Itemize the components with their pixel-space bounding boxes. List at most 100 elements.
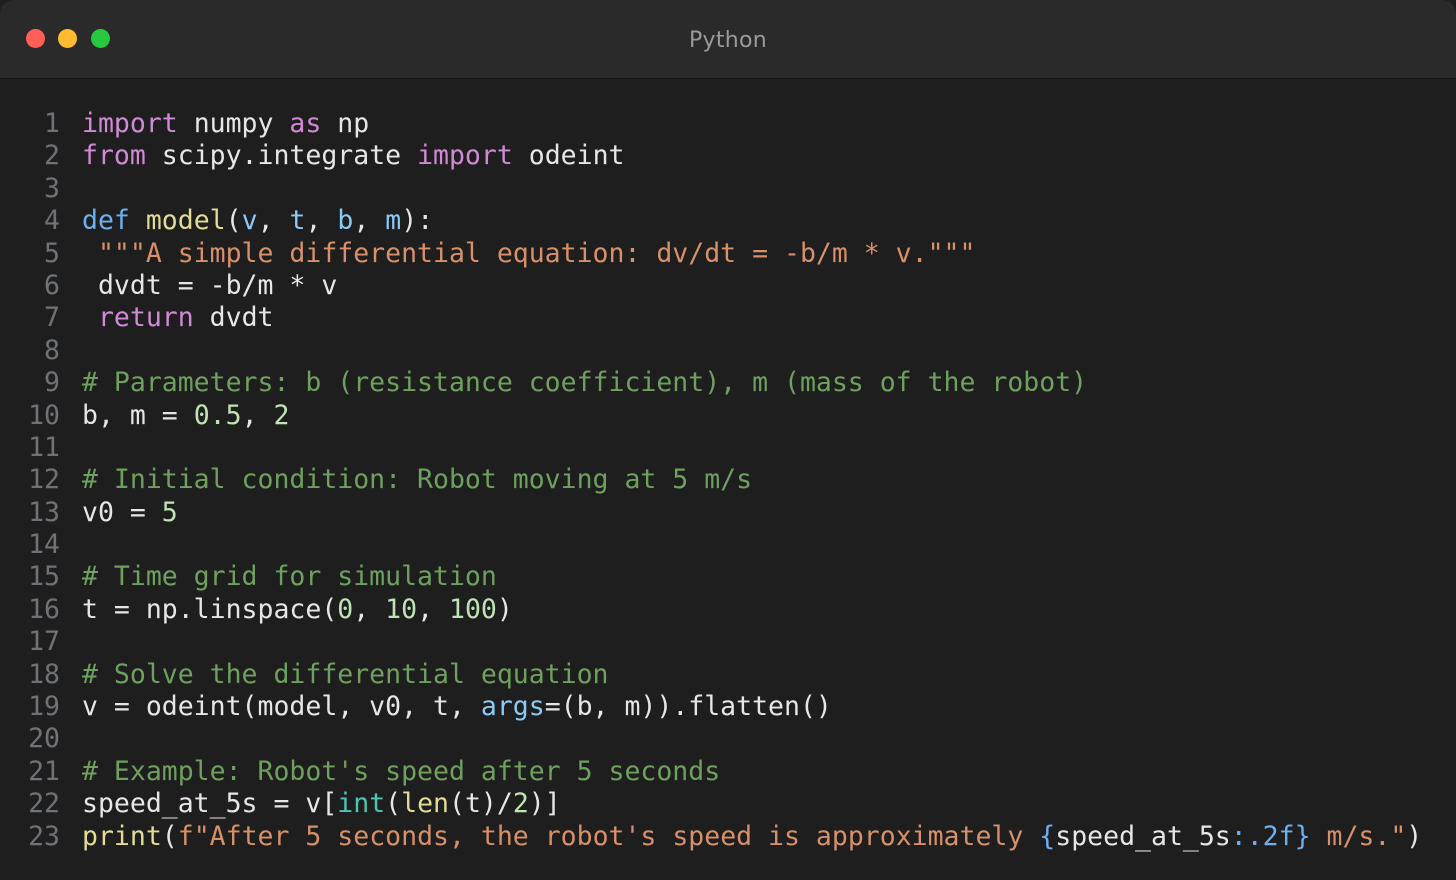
code-token-keyword: return [97, 302, 194, 334]
line-number: 10 [28, 399, 60, 431]
line-number: 23 [28, 820, 60, 852]
code-token-plain: =(b, m)).flatten() [544, 691, 832, 723]
code-token-keyword: from [82, 140, 146, 172]
line-number: 4 [44, 205, 60, 237]
line-number: 14 [28, 529, 60, 561]
line-number: 18 [28, 658, 60, 690]
code-token-plain: v0 = [82, 496, 162, 528]
line-number: 5 [44, 237, 60, 269]
line-text: t = np.linspace(0, 10, 100) [82, 594, 513, 626]
code-token-builtin: len [401, 788, 449, 820]
code-token-plain: np [321, 108, 370, 139]
line-number: 11 [28, 431, 60, 463]
line-number: 12 [28, 464, 60, 496]
code-token-number: 2 [512, 788, 529, 820]
code-token-plain: scipy.integrate [145, 140, 418, 172]
code-token-param: b [337, 205, 354, 237]
code-token-comment: # Parameters: b (resistance coefficient)… [82, 367, 1088, 399]
line-text: dvdt = -b/m * v [82, 270, 337, 302]
code-line: 15 # Time grid for simulation [0, 561, 1456, 593]
code-token-number: 0 [337, 593, 354, 625]
code-token-plain: v = odeint(model, v0, t, [82, 691, 481, 723]
code-token-string: """A simple differential equation: dv/dt… [82, 237, 976, 269]
line-number: 6 [44, 269, 60, 301]
code-token-plain: speed_at_5s = v[ [82, 788, 338, 820]
code-token-number: 0.5 [193, 399, 242, 431]
code-token-plain: t = np.linspace( [82, 593, 338, 625]
line-text: from scipy.integrate import odeint [82, 140, 624, 172]
code-window: Python 1 import numpy as np 2 from scipy.in… [0, 0, 1456, 880]
code-token-number: 100 [449, 593, 497, 625]
line-text: speed_at_5s = v[int(len(t)/2)] [82, 788, 561, 820]
code-line: 4 def model(v, t, b, m): [0, 205, 1456, 237]
code-line: 1 import numpy as np [0, 108, 1456, 140]
code-token-keyword: import [82, 108, 178, 139]
code-line: 18 # Solve the differential equation [0, 659, 1456, 691]
code-line: 12 # Initial condition: Robot moving at 5… [0, 464, 1456, 496]
code-line: 6 dvdt = -b/m * v [0, 270, 1456, 302]
code-line: 21 # Example: Robot's speed after 5 secon… [0, 756, 1456, 788]
code-line: 13 v0 = 5 [0, 497, 1456, 529]
code-token-plain: , [417, 593, 450, 625]
code-token-plain: dvdt [193, 302, 274, 334]
line-number: 2 [44, 140, 60, 172]
line-number: 1 [44, 108, 60, 139]
line-text: # Parameters: b (resistance coefficient)… [82, 367, 1087, 399]
code-line: 2 from scipy.integrate import odeint [0, 140, 1456, 172]
code-token-param: t [289, 205, 306, 237]
code-token-comment: # Time grid for simulation [82, 561, 497, 593]
line-text: b, m = 0.5, 2 [82, 400, 289, 432]
code-token-number: 5 [161, 496, 178, 528]
code-line: 7 return dvdt [0, 302, 1456, 334]
code-token-plain: , [241, 399, 274, 431]
line-number: 20 [28, 723, 60, 755]
code-token-keyword: import [417, 140, 513, 172]
code-token-plain: (t)/ [449, 788, 513, 820]
code-token-funcname: model [145, 205, 226, 237]
code-token-plain: ( [161, 820, 178, 852]
code-line: 17 [0, 626, 1456, 658]
code-token-comment: # Initial condition: Robot moving at 5 m… [82, 464, 753, 496]
code-token-comment: # Example: Robot's speed after 5 seconds [82, 755, 721, 787]
code-editor[interactable]: 1 import numpy as np 2 from scipy.integrate… [0, 108, 1456, 853]
code-line: 23 print(f"After 5 seconds, the robot's s… [0, 821, 1456, 853]
code-token-plain: )] [528, 788, 561, 820]
code-token-number: 10 [385, 593, 418, 625]
code-line: 20 [0, 723, 1456, 755]
line-number: 17 [28, 626, 60, 658]
code-line: 9 # Parameters: b (resistance coefficient… [0, 367, 1456, 399]
code-line: 16 t = np.linspace(0, 10, 100) [0, 594, 1456, 626]
code-token-def: def [82, 205, 130, 237]
code-token-fmt: :.2f} [1230, 820, 1311, 852]
code-token-fmt: { [1039, 820, 1056, 852]
window-title: Python [688, 28, 768, 53]
code-token-string: m/s." [1310, 820, 1407, 852]
code-token-param: args [480, 691, 545, 723]
title-bar: Python [0, 0, 1456, 79]
line-text: v = odeint(model, v0, t, args=(b, m)).fl… [82, 691, 832, 723]
code-line: 8 [0, 335, 1456, 367]
code-line: 5 """A simple differential equation: dv/… [0, 238, 1456, 270]
line-text: def model(v, t, b, m): [82, 205, 433, 237]
line-text: # Solve the differential equation [82, 659, 609, 691]
line-text: print(f"After 5 seconds, the robot's spe… [82, 821, 1422, 853]
line-number: 16 [28, 593, 60, 625]
line-text: # Initial condition: Robot moving at 5 m… [82, 464, 752, 496]
code-token-plain: ( [225, 205, 242, 237]
line-number: 15 [28, 561, 60, 593]
line-number: 19 [28, 691, 60, 723]
line-text: return dvdt [82, 302, 274, 334]
code-token-plain: speed_at_5s [1055, 820, 1231, 852]
code-token-plain: , [353, 205, 386, 237]
code-token-plain: ) [1406, 820, 1423, 852]
code-token-plain: numpy [177, 108, 290, 139]
line-text: # Example: Robot's speed after 5 seconds [82, 756, 720, 788]
line-text: import numpy as np [82, 108, 369, 140]
code-token-keyword: as [289, 108, 322, 139]
line-number: 3 [44, 172, 60, 204]
code-token-param: m [385, 205, 402, 237]
code-line: 14 [0, 529, 1456, 561]
code-token-plain: , [257, 205, 290, 237]
code-token-plain: b, m = [82, 399, 194, 431]
